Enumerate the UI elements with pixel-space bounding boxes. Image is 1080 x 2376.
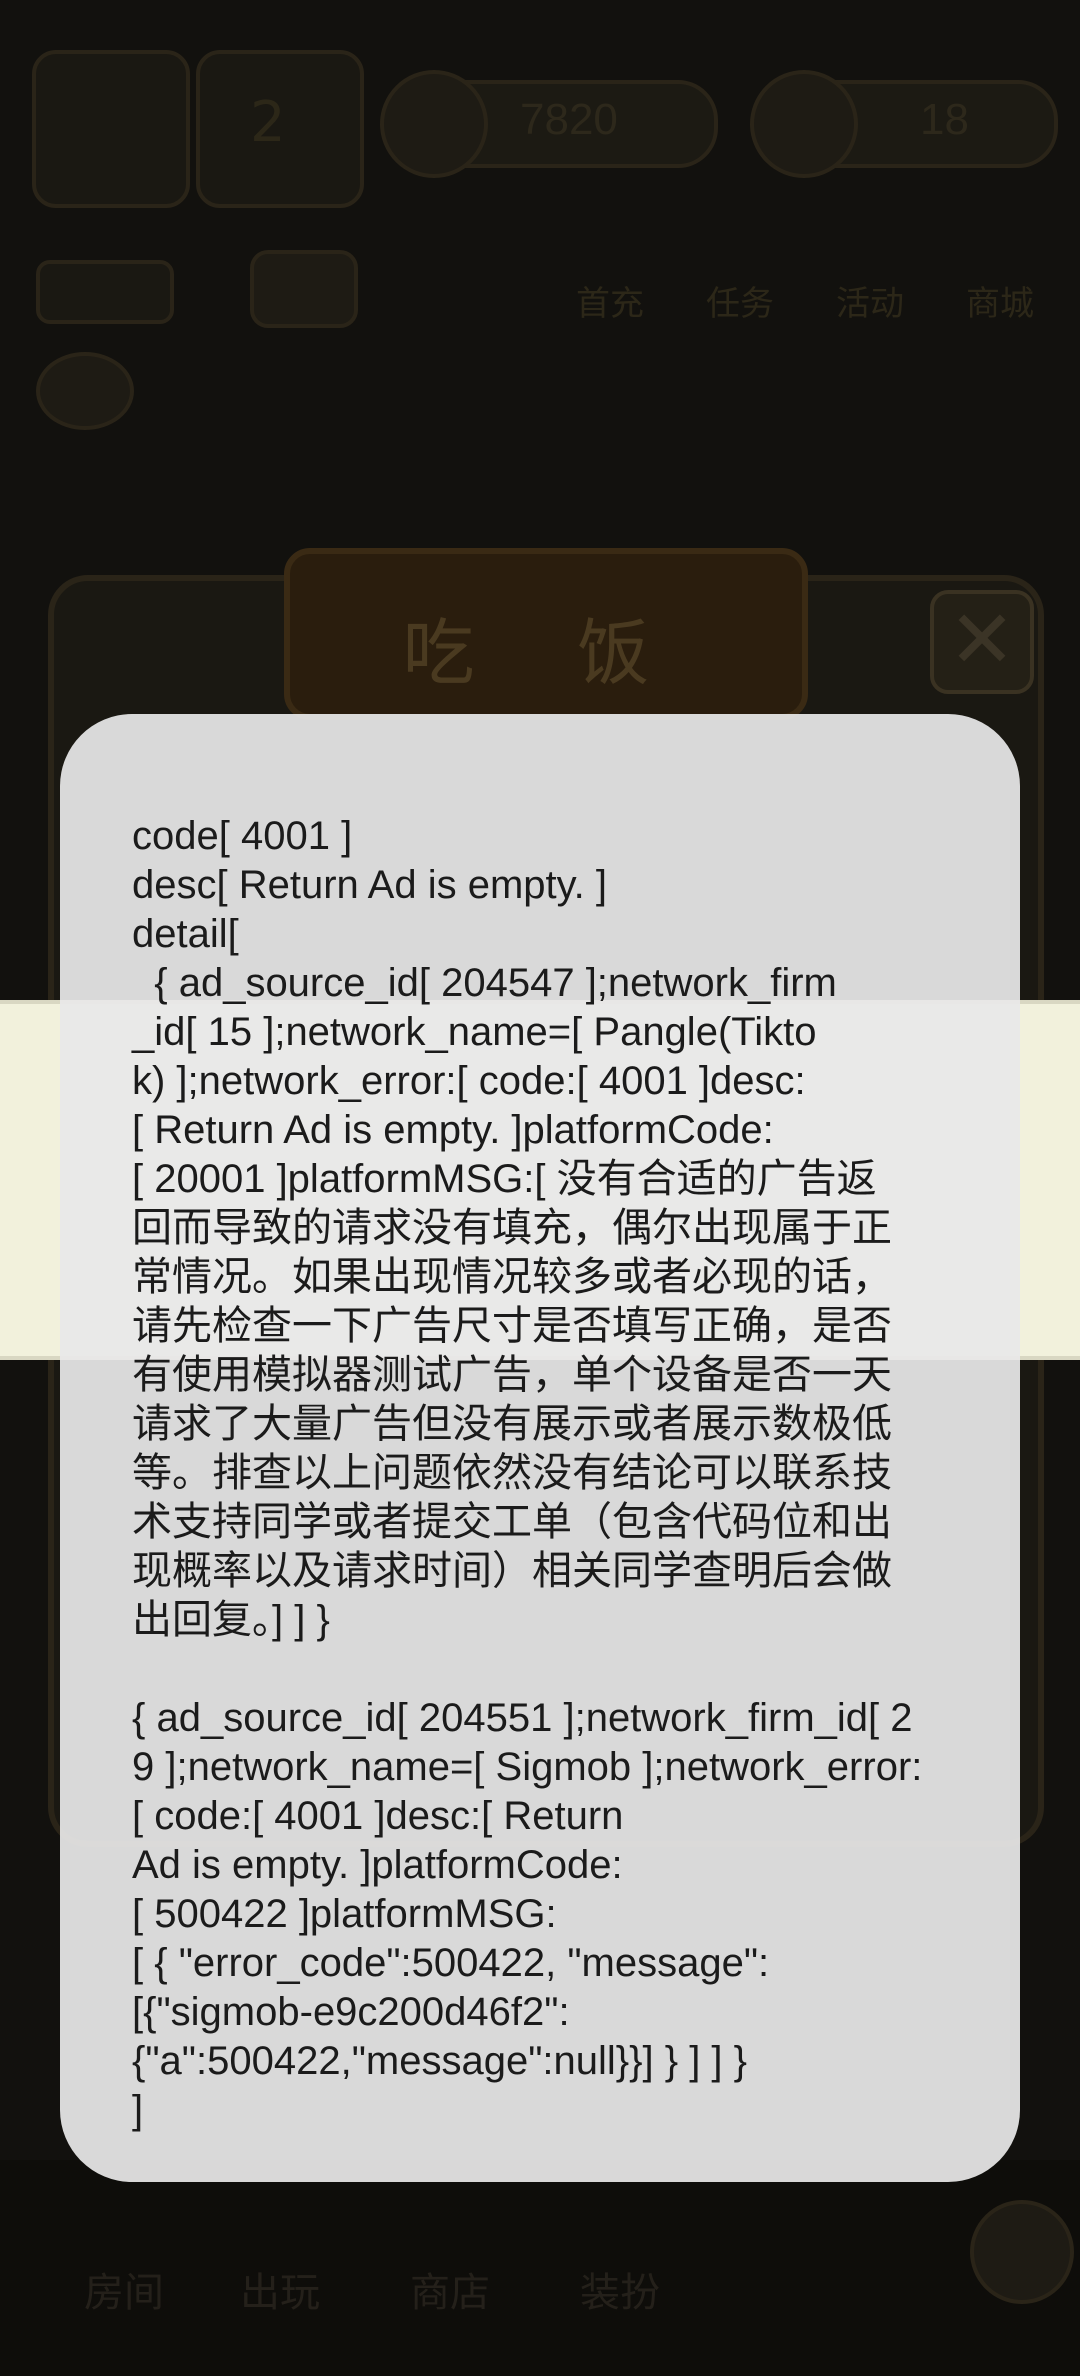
avatar-frame[interactable] <box>32 50 190 208</box>
gems-value: 18 <box>920 95 969 144</box>
menu-tasks[interactable]: 任务 <box>706 276 774 325</box>
meal-title: 吃 饭 <box>402 611 690 695</box>
nav-outing[interactable]: 出玩 <box>240 2260 320 2318</box>
nav-dressup[interactable]: 装扮 <box>580 2260 660 2318</box>
menu-events[interactable]: 活动 <box>836 276 904 325</box>
error-message: code[ 4001 ] desc[ Return Ad is empty. ]… <box>132 814 923 2132</box>
menu-first-recharge[interactable]: 首充 <box>576 276 644 325</box>
meal-title-board: 吃 饭 <box>284 548 808 720</box>
heart-icon <box>380 70 488 178</box>
hearts-value: 7820 <box>520 95 618 144</box>
download-icon[interactable] <box>970 2200 1074 2304</box>
nav-room[interactable]: 房间 <box>84 2260 164 2318</box>
nav-store[interactable]: 商店 <box>410 2260 490 2318</box>
menu-shop[interactable]: 商城 <box>966 276 1034 325</box>
level-value: 2 <box>250 90 286 155</box>
badge-button[interactable] <box>36 260 174 324</box>
chat-icon[interactable] <box>36 352 134 430</box>
close-icon[interactable]: ✕ <box>930 590 1034 694</box>
camera-icon[interactable] <box>250 250 358 328</box>
ad-error-dialog: code[ 4001 ] desc[ Return Ad is empty. ]… <box>60 714 1020 2182</box>
gem-icon <box>750 70 858 178</box>
